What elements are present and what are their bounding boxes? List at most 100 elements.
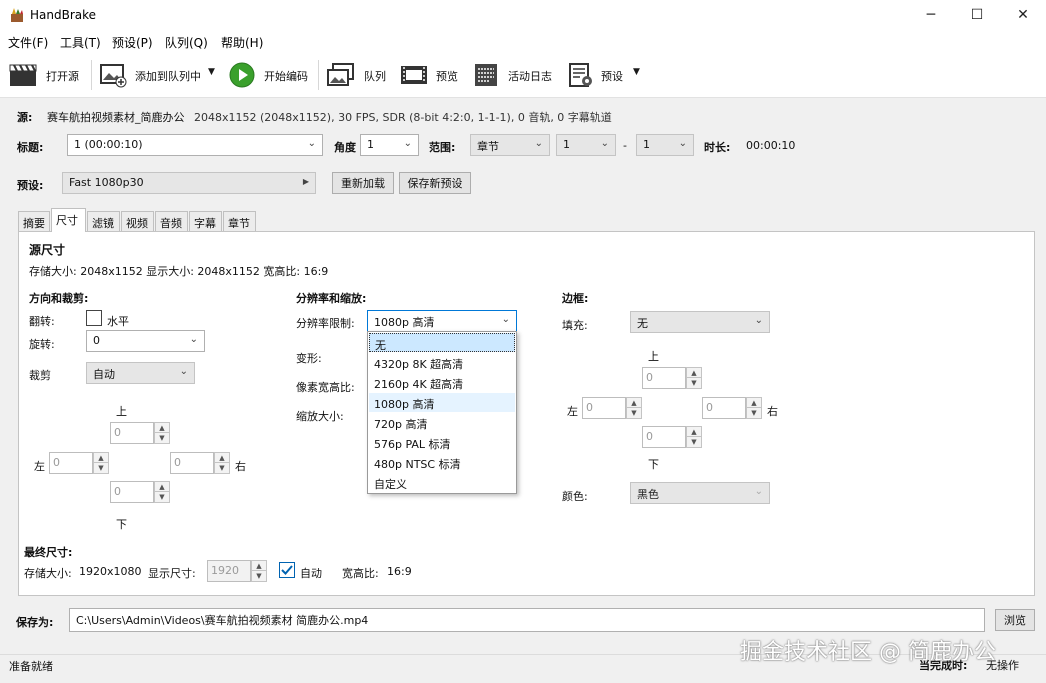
- queue-label: 队列: [364, 70, 386, 83]
- color-label: 颜色:: [562, 490, 588, 503]
- activity-log-button[interactable]: 活动日志: [470, 58, 560, 92]
- preview-button[interactable]: 预览: [398, 58, 462, 92]
- dropdown-option-480p[interactable]: 480p NTSC 标清: [369, 453, 515, 472]
- menu-tools[interactable]: 工具(T): [60, 34, 101, 51]
- final-storage-value: 1920x1080: [79, 565, 142, 578]
- display-width-spinner[interactable]: ▲ ▼: [251, 560, 267, 582]
- queue-images-icon: [327, 63, 354, 86]
- border-left-spinner[interactable]: ▲ ▼: [626, 397, 642, 419]
- chevron-down-icon: ▼: [633, 67, 640, 77]
- border-top-spinner[interactable]: ▲ ▼: [686, 367, 702, 389]
- preview-label: 预览: [436, 70, 458, 83]
- fill-select[interactable]: 无 ⌄: [630, 311, 770, 333]
- dropdown-option-2160p[interactable]: 2160p 4K 超高清: [369, 373, 515, 392]
- log-document-icon: [475, 64, 497, 86]
- range-type-select[interactable]: 章节 ⌄: [470, 134, 550, 156]
- auto-checkbox[interactable]: [279, 562, 295, 578]
- display-width-input[interactable]: 1920: [207, 560, 251, 582]
- angle-label: 角度: [334, 141, 356, 154]
- angle-select[interactable]: 1 ⌄: [360, 134, 419, 156]
- flip-horizontal-checkbox[interactable]: [86, 310, 102, 326]
- menu-queue[interactable]: 队列(Q): [165, 34, 208, 51]
- border-bottom-input[interactable]: 0: [642, 426, 686, 448]
- rotate-select[interactable]: 0 ⌄: [86, 330, 205, 352]
- tab-dimensions[interactable]: 尺寸: [51, 208, 86, 232]
- border-top-input[interactable]: 0: [642, 367, 686, 389]
- border-right-input[interactable]: 0: [702, 397, 746, 419]
- color-select[interactable]: 黑色 ⌄: [630, 482, 770, 504]
- dropdown-option-4320p[interactable]: 4320p 8K 超高清: [369, 353, 515, 372]
- border-left-label: 左: [567, 405, 578, 418]
- preset-select[interactable]: Fast 1080p30 ▶: [62, 172, 316, 194]
- chevron-down-icon: ⌄: [600, 138, 609, 149]
- source-size-header: 源尺寸: [29, 243, 66, 257]
- crop-bottom-spinner[interactable]: ▲ ▼: [154, 481, 170, 503]
- crop-right-label: 右: [235, 460, 246, 473]
- dropdown-option-576p[interactable]: 576p PAL 标清: [369, 433, 515, 452]
- dimensions-tab-panel: [18, 231, 1035, 596]
- crop-right-input[interactable]: 0: [170, 452, 214, 474]
- open-source-label: 打开源: [46, 70, 79, 83]
- tab-video[interactable]: 视频: [121, 211, 154, 231]
- dropdown-option-custom[interactable]: 自定义: [369, 473, 515, 492]
- color-value: 黑色: [637, 488, 659, 501]
- status-text: 准备就绪: [9, 660, 53, 673]
- add-to-queue-button[interactable]: 添加到队列中 ▼: [96, 58, 224, 92]
- close-button[interactable]: ✕: [1000, 0, 1046, 30]
- duration-label: 时长:: [704, 141, 731, 154]
- tab-summary[interactable]: 摘要: [18, 211, 50, 231]
- menu-presets[interactable]: 预设(P): [112, 34, 153, 51]
- presets-button[interactable]: 预设 ▼: [566, 58, 646, 92]
- queue-button[interactable]: 队列: [324, 58, 390, 92]
- auto-label: 自动: [300, 567, 322, 580]
- open-source-button[interactable]: 打开源: [6, 58, 84, 92]
- tab-audio[interactable]: 音频: [155, 211, 188, 231]
- toolbar-divider: [91, 60, 92, 90]
- crop-left-spinner[interactable]: ▲ ▼: [93, 452, 109, 474]
- preset-select-value: Fast 1080p30: [69, 176, 144, 189]
- reload-preset-button[interactable]: 重新加载: [332, 172, 394, 194]
- preset-settings-icon: [569, 63, 592, 87]
- crop-top-input[interactable]: 0: [110, 422, 154, 444]
- maximize-button[interactable]: ☐: [954, 0, 1000, 30]
- browse-button[interactable]: 浏览: [995, 609, 1035, 631]
- title-select[interactable]: 1 (00:00:10) ⌄: [67, 134, 323, 156]
- minimize-button[interactable]: ─: [908, 0, 954, 30]
- source-label: 源:: [17, 111, 33, 124]
- rotate-label: 旋转:: [29, 338, 55, 351]
- crop-label: 裁剪: [29, 369, 51, 382]
- play-icon: [229, 62, 255, 88]
- border-bottom-spinner[interactable]: ▲ ▼: [686, 426, 702, 448]
- watermark-text: 掘金技术社区 @ 简鹿办公: [740, 640, 996, 665]
- crop-left-input[interactable]: 0: [49, 452, 93, 474]
- tab-chapters[interactable]: 章节: [223, 211, 256, 231]
- title-label: 标题:: [17, 141, 44, 154]
- clapperboard-icon: [9, 64, 37, 86]
- dropdown-option-720p[interactable]: 720p 高清: [369, 413, 515, 432]
- start-encode-button[interactable]: 开始编码: [228, 58, 312, 92]
- resolution-limit-value: 1080p 高清: [374, 316, 435, 329]
- dropdown-option-none[interactable]: 无: [369, 333, 515, 352]
- tab-subtitles[interactable]: 字幕: [189, 211, 222, 231]
- scale-size-label: 缩放大小:: [296, 410, 344, 423]
- dropdown-option-1080p[interactable]: 1080p 高清: [369, 393, 515, 412]
- final-aspect-label: 宽高比:: [342, 567, 379, 580]
- resolution-limit-select[interactable]: 1080p 高清 ⌄: [367, 310, 517, 332]
- range-start-select[interactable]: 1 ⌄: [556, 134, 616, 156]
- orientation-header: 方向和裁剪:: [29, 292, 89, 305]
- menu-help[interactable]: 帮助(H): [221, 34, 263, 51]
- preset-label: 预设:: [17, 179, 44, 192]
- crop-right-spinner[interactable]: ▲ ▼: [214, 452, 230, 474]
- crop-bottom-input[interactable]: 0: [110, 481, 154, 503]
- title-select-value: 1 (00:00:10): [74, 138, 143, 151]
- crop-mode-select[interactable]: 自动 ⌄: [86, 362, 195, 384]
- border-right-spinner[interactable]: ▲ ▼: [746, 397, 762, 419]
- crop-top-spinner[interactable]: ▲ ▼: [154, 422, 170, 444]
- range-end-select[interactable]: 1 ⌄: [636, 134, 694, 156]
- save-path-input[interactable]: C:\Users\Admin\Videos\赛车航拍视频素材 简鹿办公.mp4: [69, 608, 985, 632]
- title-bar: [0, 0, 1046, 30]
- tab-filters[interactable]: 滤镜: [87, 211, 120, 231]
- save-new-preset-button[interactable]: 保存新预设: [399, 172, 471, 194]
- menu-file[interactable]: 文件(F): [8, 34, 48, 51]
- border-left-input[interactable]: 0: [582, 397, 626, 419]
